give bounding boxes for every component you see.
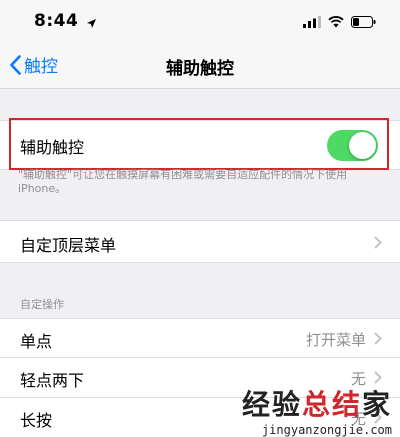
cellular-signal-icon bbox=[303, 13, 321, 32]
location-arrow-icon bbox=[86, 14, 97, 33]
watermark-title-part: 经验 bbox=[241, 388, 302, 421]
page-title: 辅助触控 bbox=[166, 59, 234, 79]
chevron-right-icon bbox=[374, 332, 382, 345]
watermark-title-highlight: 总结 bbox=[301, 388, 362, 421]
watermark-title-part: 家 bbox=[361, 388, 392, 421]
navigation-bar: 触控 辅助触控 bbox=[0, 42, 400, 89]
watermark-title: 经验总结家 bbox=[242, 383, 392, 423]
custom-actions-header: 自定操作 bbox=[20, 298, 64, 311]
wifi-icon bbox=[328, 13, 344, 32]
customize-top-menu-row[interactable]: 自定顶层菜单 bbox=[0, 220, 400, 263]
action-value: 打开菜单 bbox=[305, 331, 366, 349]
status-indicators bbox=[303, 13, 376, 32]
customize-top-menu-label: 自定顶层菜单 bbox=[20, 236, 117, 255]
watermark-url: jingyanzongjie.com bbox=[261, 423, 392, 437]
status-bar: 8:44 bbox=[0, 0, 400, 42]
action-label: 单点 bbox=[20, 332, 53, 351]
action-label: 轻点两下 bbox=[20, 371, 85, 390]
battery-icon bbox=[351, 13, 376, 32]
action-label: 长按 bbox=[20, 411, 53, 430]
highlight-annotation bbox=[9, 118, 389, 170]
watermark: 经验总结家 jingyanzongjie.com bbox=[242, 383, 392, 437]
assistive-touch-description: "辅助触控"可让您在触摸屏幕有困难或需要自适应配件的情况下使用iPhone。 bbox=[18, 168, 348, 195]
chevron-right-icon bbox=[374, 236, 382, 249]
status-time: 8:44 bbox=[34, 11, 79, 31]
action-row-single-tap[interactable]: 单点 打开菜单 bbox=[0, 318, 400, 358]
